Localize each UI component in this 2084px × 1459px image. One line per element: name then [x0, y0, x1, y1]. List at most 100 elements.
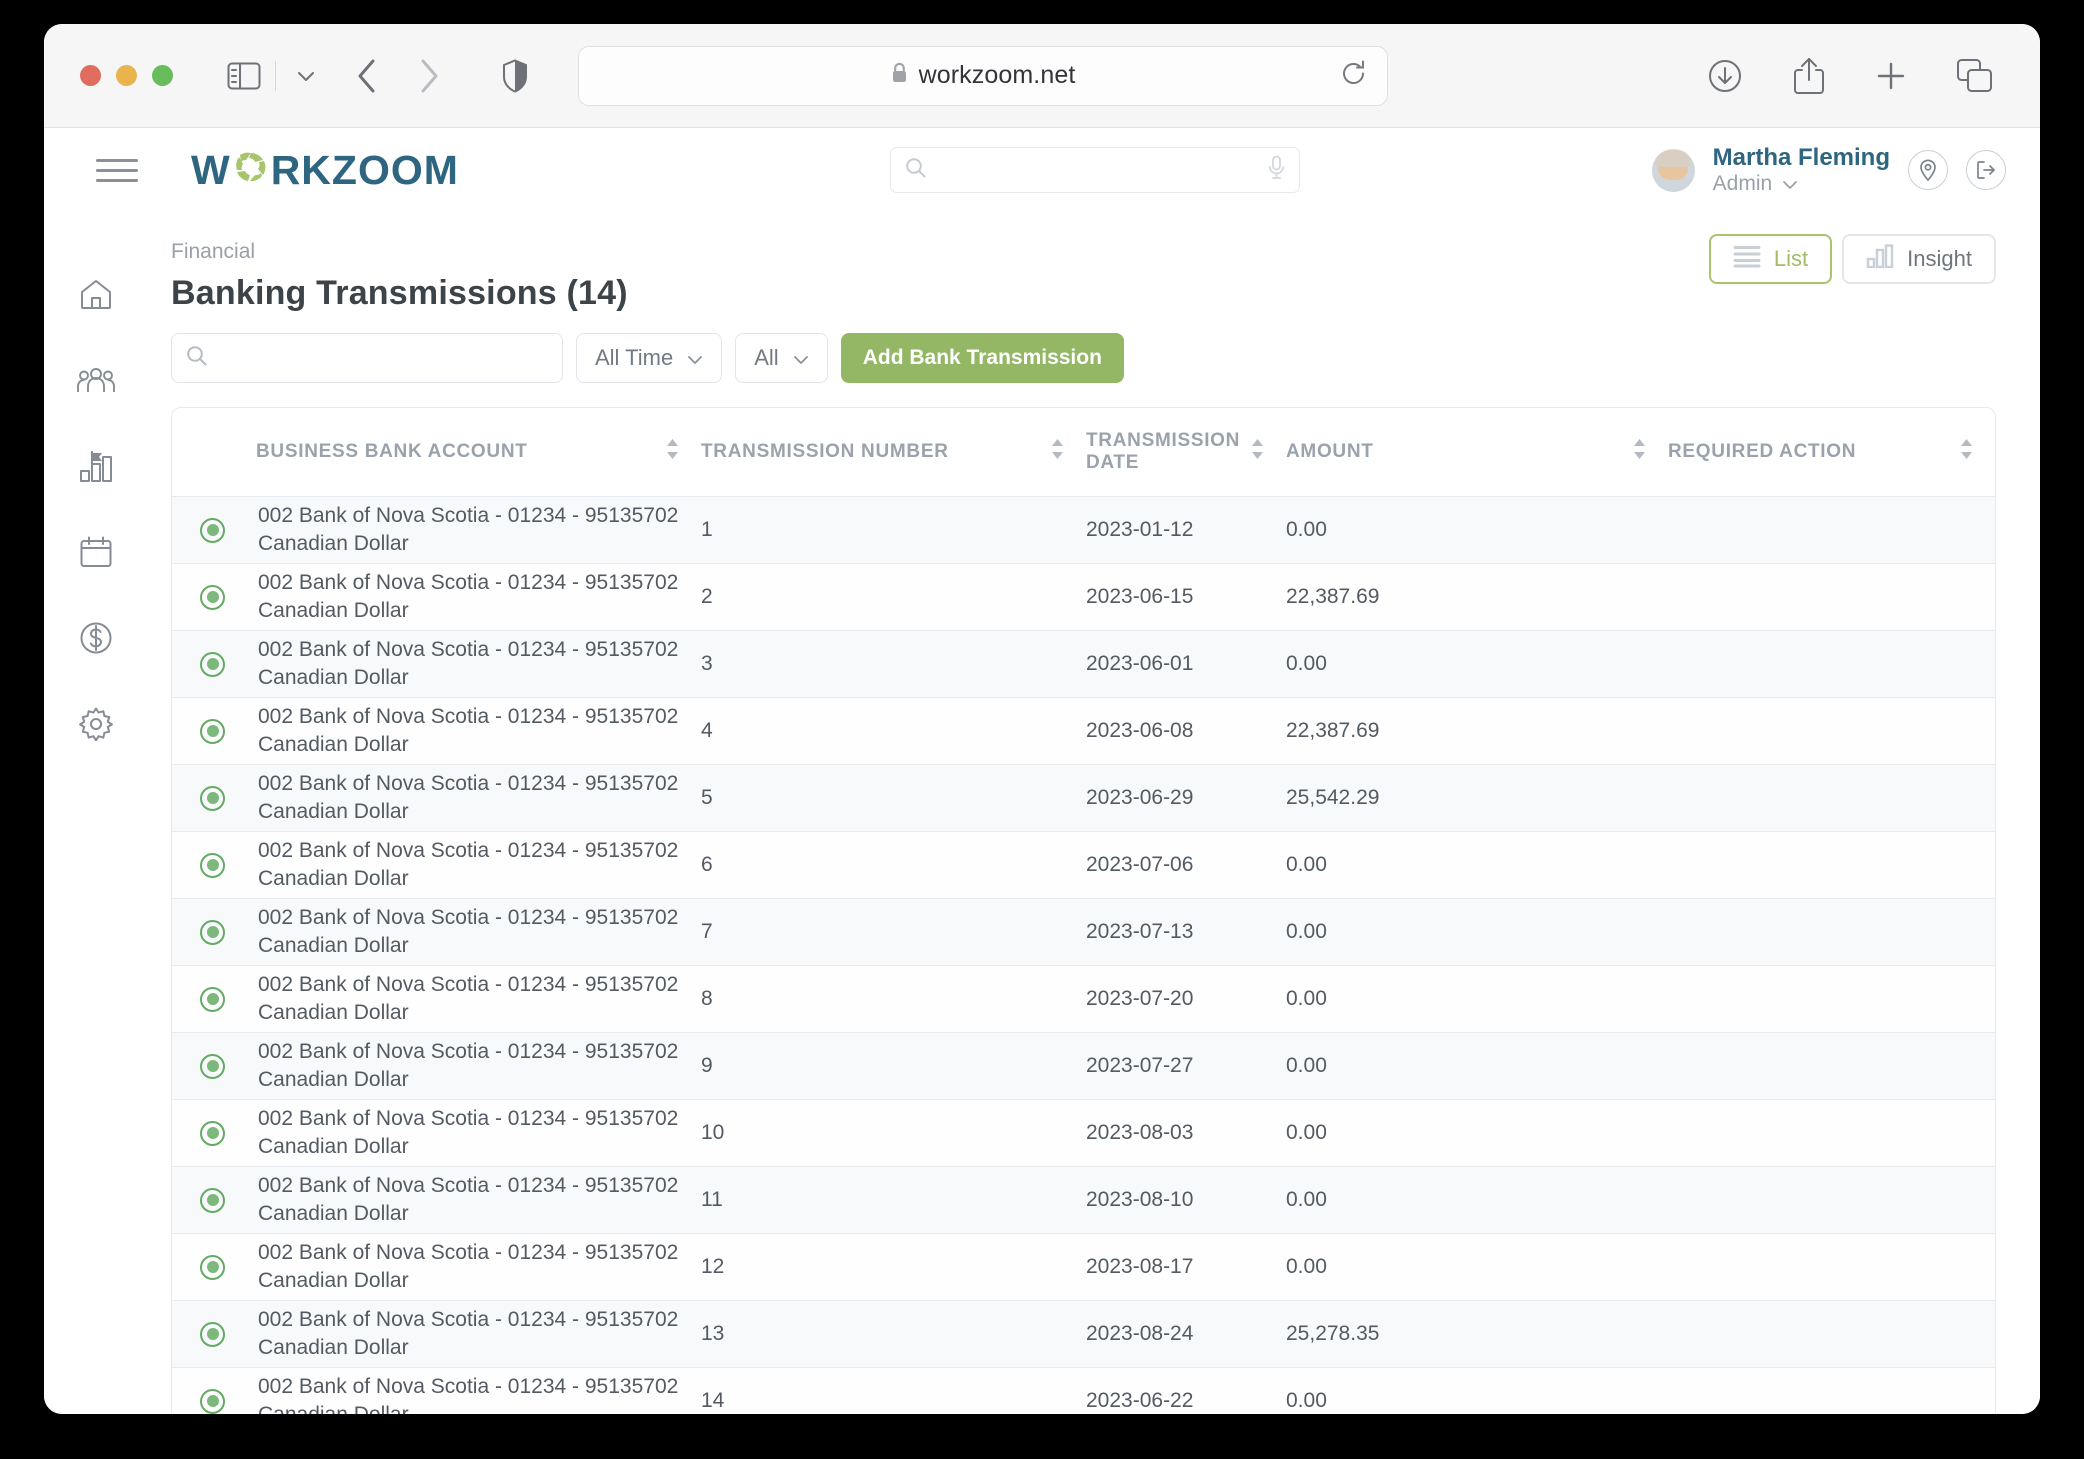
cell-number: 4: [701, 698, 1086, 765]
table-row[interactable]: 002 Bank of Nova Scotia - 01234 - 951357…: [172, 1167, 1995, 1234]
table-row[interactable]: 002 Bank of Nova Scotia - 01234 - 951357…: [172, 765, 1995, 832]
cell-number: 3: [701, 631, 1086, 698]
microphone-icon[interactable]: [1268, 155, 1285, 186]
cell-status[interactable]: [172, 765, 256, 832]
table-row[interactable]: 002 Bank of Nova Scotia - 01234 - 951357…: [172, 832, 1995, 899]
logo-text: W: [191, 149, 459, 192]
sidebar-item-calendar[interactable]: [74, 530, 118, 574]
cell-status[interactable]: [172, 1368, 256, 1415]
th-transmission-number[interactable]: TRANSMISSION NUMBER: [701, 408, 1086, 497]
cell-status[interactable]: [172, 564, 256, 631]
status-filter-dropdown[interactable]: All: [735, 333, 827, 383]
back-arrow-icon[interactable]: [356, 58, 378, 94]
user-menu[interactable]: Martha Fleming Admin: [1652, 144, 2006, 196]
reload-icon[interactable]: [1341, 59, 1367, 92]
cell-status[interactable]: [172, 497, 256, 564]
sidebar-toggle-icon[interactable]: [227, 62, 261, 90]
th-required-action[interactable]: REQUIRED ACTION: [1668, 408, 1995, 497]
th-label: REQUIRED ACTION: [1668, 441, 1856, 463]
status-indicator-icon[interactable]: [200, 1188, 225, 1213]
status-indicator-icon[interactable]: [200, 1121, 225, 1146]
status-indicator-icon[interactable]: [200, 719, 225, 744]
forward-arrow-icon[interactable]: [418, 58, 440, 94]
cell-status[interactable]: [172, 1100, 256, 1167]
cell-status[interactable]: [172, 1301, 256, 1368]
cell-date: 2023-08-24: [1086, 1301, 1286, 1368]
sidebar-item-people[interactable]: [74, 358, 118, 402]
tab-overview-icon[interactable]: [1956, 58, 1994, 94]
sidebar-item-home[interactable]: [74, 272, 118, 316]
bar-chart-icon: [1866, 244, 1894, 274]
status-indicator-icon[interactable]: [200, 585, 225, 610]
th-business-bank-account[interactable]: BUSINESS BANK ACCOUNT: [256, 408, 701, 497]
status-indicator-icon[interactable]: [200, 1054, 225, 1079]
global-search-input[interactable]: [938, 159, 1268, 181]
url-bar[interactable]: workzoom.net: [578, 46, 1388, 106]
status-indicator-icon[interactable]: [200, 786, 225, 811]
cell-status[interactable]: [172, 1033, 256, 1100]
cell-status[interactable]: [172, 1234, 256, 1301]
sort-icon[interactable]: [1051, 438, 1064, 466]
table-row[interactable]: 002 Bank of Nova Scotia - 01234 - 951357…: [172, 497, 1995, 564]
cell-status[interactable]: [172, 1167, 256, 1234]
sort-icon[interactable]: [666, 438, 679, 466]
account-name: 002 Bank of Nova Scotia - 01234 - 951357…: [258, 1172, 701, 1200]
global-search[interactable]: [890, 147, 1300, 193]
close-window-button[interactable]: [80, 65, 101, 86]
table-row[interactable]: 002 Bank of Nova Scotia - 01234 - 951357…: [172, 1368, 1995, 1415]
status-indicator-icon[interactable]: [200, 652, 225, 677]
status-indicator-icon[interactable]: [200, 987, 225, 1012]
th-transmission-date[interactable]: TRANSMISSION DATE: [1086, 408, 1286, 497]
cell-number: 11: [701, 1167, 1086, 1234]
table-row[interactable]: 002 Bank of Nova Scotia - 01234 - 951357…: [172, 1301, 1995, 1368]
sidebar-item-financial[interactable]: [74, 616, 118, 660]
sort-icon[interactable]: [1633, 438, 1646, 466]
sort-icon[interactable]: [1960, 438, 1973, 466]
share-icon[interactable]: [1792, 56, 1826, 96]
table-row[interactable]: 002 Bank of Nova Scotia - 01234 - 951357…: [172, 698, 1995, 765]
cell-date: 2023-08-10: [1086, 1167, 1286, 1234]
menu-hamburger-icon[interactable]: [96, 159, 138, 182]
cell-status[interactable]: [172, 899, 256, 966]
status-indicator-icon[interactable]: [200, 518, 225, 543]
download-icon[interactable]: [1706, 57, 1744, 95]
search-input[interactable]: [171, 333, 563, 383]
plus-icon[interactable]: [1874, 59, 1908, 93]
status-indicator-icon[interactable]: [200, 920, 225, 945]
cell-status[interactable]: [172, 832, 256, 899]
table-row[interactable]: 002 Bank of Nova Scotia - 01234 - 951357…: [172, 631, 1995, 698]
cell-status[interactable]: [172, 966, 256, 1033]
time-filter-dropdown[interactable]: All Time: [576, 333, 722, 383]
shield-icon[interactable]: [502, 59, 528, 93]
maximize-window-button[interactable]: [152, 65, 173, 86]
tab-list[interactable]: List: [1709, 234, 1832, 284]
tab-insight[interactable]: Insight: [1842, 234, 1996, 284]
minimize-window-button[interactable]: [116, 65, 137, 86]
account-currency: Canadian Dollar: [258, 1133, 701, 1161]
sort-icon[interactable]: [1251, 438, 1264, 466]
cell-status[interactable]: [172, 698, 256, 765]
cell-status[interactable]: [172, 631, 256, 698]
status-indicator-icon[interactable]: [200, 1255, 225, 1280]
status-indicator-icon[interactable]: [200, 1389, 225, 1414]
table-row[interactable]: 002 Bank of Nova Scotia - 01234 - 951357…: [172, 1100, 1995, 1167]
status-indicator-icon[interactable]: [200, 853, 225, 878]
table-row[interactable]: 002 Bank of Nova Scotia - 01234 - 951357…: [172, 1234, 1995, 1301]
list-search-field[interactable]: [217, 347, 548, 370]
add-bank-transmission-button[interactable]: Add Bank Transmission: [841, 333, 1124, 383]
table-row[interactable]: 002 Bank of Nova Scotia - 01234 - 951357…: [172, 564, 1995, 631]
location-pin-icon[interactable]: [1908, 150, 1948, 190]
status-indicator-icon[interactable]: [200, 1322, 225, 1347]
sidebar-item-settings[interactable]: [74, 702, 118, 746]
table-row[interactable]: 002 Bank of Nova Scotia - 01234 - 951357…: [172, 966, 1995, 1033]
chevron-down-icon[interactable]: [1782, 172, 1798, 196]
user-role[interactable]: Admin: [1713, 172, 1890, 196]
sidebar-item-performance[interactable]: [74, 444, 118, 488]
workzoom-logo[interactable]: W: [191, 149, 459, 192]
table-row[interactable]: 002 Bank of Nova Scotia - 01234 - 951357…: [172, 899, 1995, 966]
logout-icon[interactable]: [1966, 150, 2006, 190]
table-row[interactable]: 002 Bank of Nova Scotia - 01234 - 951357…: [172, 1033, 1995, 1100]
th-amount[interactable]: AMOUNT: [1286, 408, 1668, 497]
cell-account: 002 Bank of Nova Scotia - 01234 - 951357…: [256, 832, 701, 899]
chevron-down-icon[interactable]: [290, 65, 322, 87]
